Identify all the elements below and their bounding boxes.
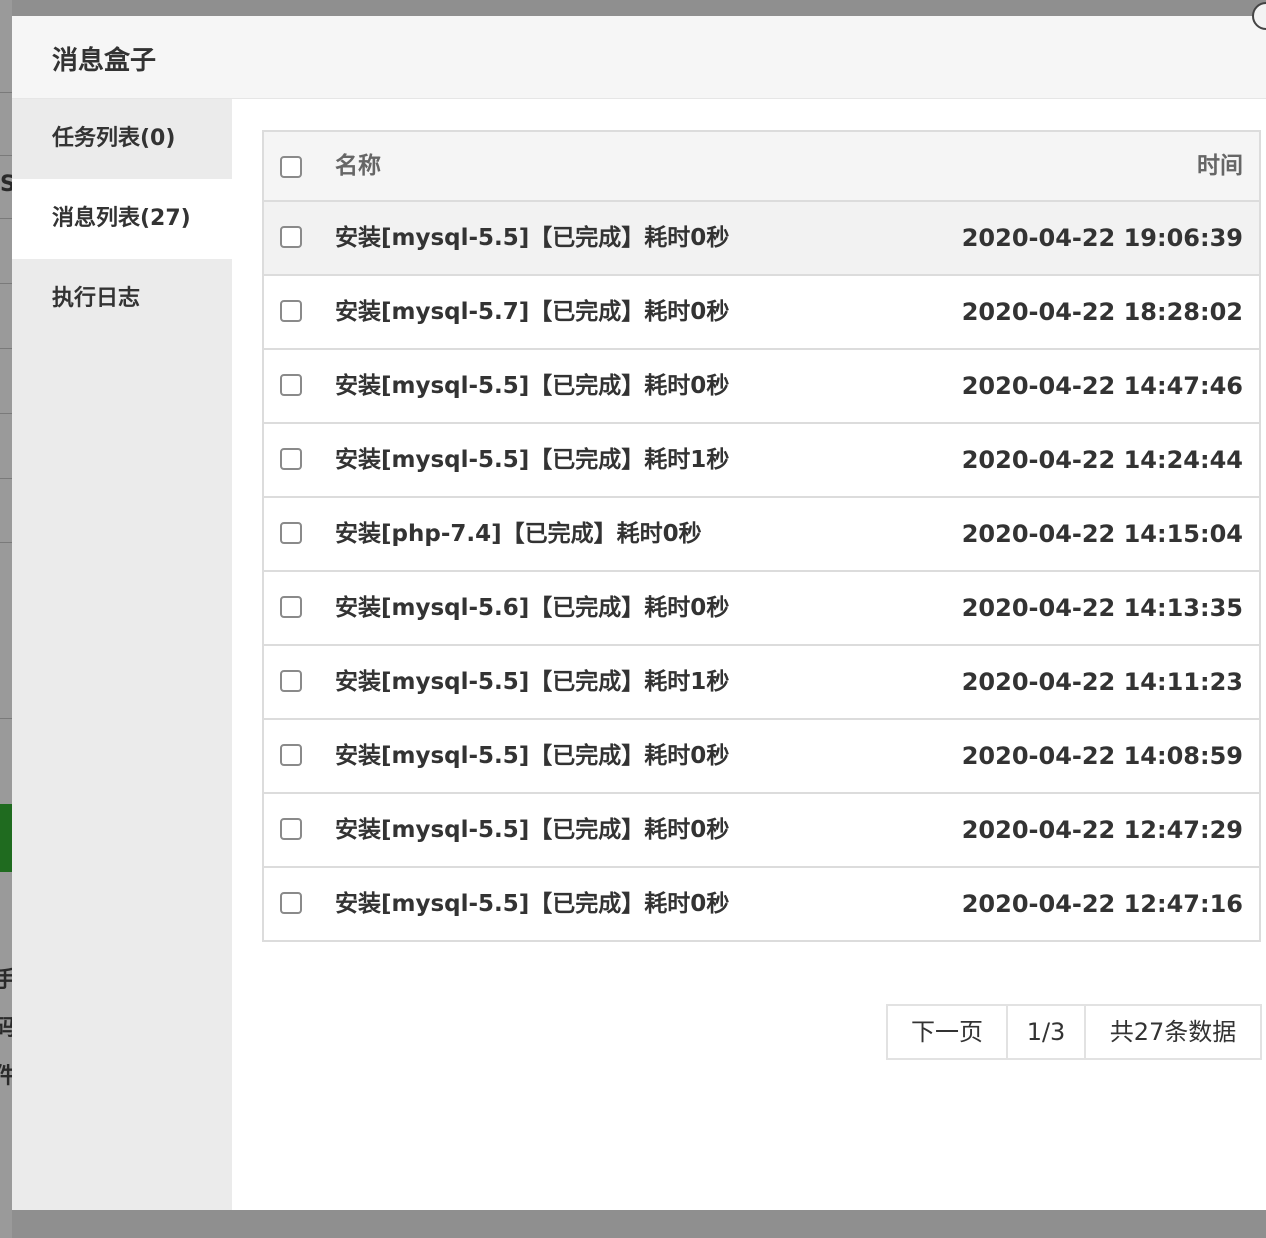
- table-row[interactable]: 安装[php-7.4]【已完成】耗时0秒 2020-04-22 14:15:04: [264, 498, 1259, 572]
- background-divider: [0, 283, 12, 284]
- table-row[interactable]: 安装[mysql-5.6]【已完成】耗时0秒 2020-04-22 14:13:3…: [264, 572, 1259, 646]
- table-row[interactable]: 安装[mysql-5.5]【已完成】耗时0秒 2020-04-22 12:47:2…: [264, 794, 1259, 868]
- sidebar-item-message-list[interactable]: 消息列表(27): [12, 179, 232, 259]
- message-name: 安装[mysql-5.5]【已完成】耗时1秒: [335, 447, 730, 473]
- message-time: 2020-04-22 19:06:39: [961, 224, 1243, 252]
- pagination: 下一页 1/3 共27条数据: [886, 1004, 1262, 1060]
- background-divider: [0, 92, 12, 93]
- sidebar-item-task-list[interactable]: 任务列表(0): [12, 99, 232, 179]
- table-row[interactable]: 安装[mysql-5.5]【已完成】耗时1秒 2020-04-22 14:24:4…: [264, 424, 1259, 498]
- table-row[interactable]: 安装[mysql-5.5]【已完成】耗时0秒 2020-04-22 19:06:3…: [264, 202, 1259, 276]
- column-header-name: 名称: [335, 153, 381, 179]
- message-name: 安装[mysql-5.5]【已完成】耗时0秒: [335, 225, 730, 251]
- message-table: 名称 时间 安装[mysql-5.5]【已完成】耗时0秒 2020-04-22 1…: [262, 130, 1261, 942]
- select-all-checkbox[interactable]: [280, 156, 302, 178]
- message-time: 2020-04-22 14:24:44: [961, 446, 1243, 474]
- message-time: 2020-04-22 14:13:35: [961, 594, 1243, 622]
- modal-title: 消息盒子: [52, 46, 157, 76]
- row-checkbox[interactable]: [280, 226, 302, 248]
- total-count: 共27条数据: [1109, 1018, 1237, 1046]
- background-divider: [0, 413, 12, 414]
- row-checkbox[interactable]: [280, 596, 302, 618]
- message-name: 安装[mysql-5.6]【已完成】耗时0秒: [335, 595, 730, 621]
- background-page: S 手 码 件: [0, 0, 12, 1238]
- message-time: 2020-04-22 14:47:46: [961, 372, 1243, 400]
- background-divider: [0, 155, 12, 156]
- table-row[interactable]: 安装[mysql-5.5]【已完成】耗时1秒 2020-04-22 14:11:2…: [264, 646, 1259, 720]
- background-text: 件: [0, 1064, 12, 1089]
- background-text: S: [0, 172, 12, 197]
- row-checkbox[interactable]: [280, 818, 302, 840]
- message-name: 安装[mysql-5.5]【已完成】耗时0秒: [335, 891, 730, 917]
- background-divider: [0, 478, 12, 479]
- message-name: 安装[mysql-5.5]【已完成】耗时0秒: [335, 743, 730, 769]
- next-page-button[interactable]: 下一页: [888, 1006, 1008, 1058]
- message-name: 安装[mysql-5.5]【已完成】耗时0秒: [335, 373, 730, 399]
- background-divider: [0, 718, 12, 719]
- row-checkbox[interactable]: [280, 448, 302, 470]
- message-time: 2020-04-22 14:15:04: [961, 520, 1243, 548]
- background-text: 手: [0, 968, 12, 993]
- message-time: 2020-04-22 14:11:23: [961, 668, 1243, 696]
- row-checkbox[interactable]: [280, 670, 302, 692]
- table-header: 名称 时间: [264, 132, 1259, 202]
- message-time: 2020-04-22 14:08:59: [961, 742, 1243, 770]
- message-name: 安装[mysql-5.5]【已完成】耗时0秒: [335, 817, 730, 843]
- message-name: 安装[mysql-5.7]【已完成】耗时0秒: [335, 299, 730, 325]
- table-row[interactable]: 安装[mysql-5.7]【已完成】耗时0秒 2020-04-22 18:28:0…: [264, 276, 1259, 350]
- row-checkbox[interactable]: [280, 892, 302, 914]
- message-list-panel: 名称 时间 安装[mysql-5.5]【已完成】耗时0秒 2020-04-22 1…: [232, 99, 1266, 1210]
- message-time: 2020-04-22 18:28:02: [961, 298, 1243, 326]
- row-checkbox[interactable]: [280, 744, 302, 766]
- message-name: 安装[php-7.4]【已完成】耗时0秒: [335, 521, 702, 547]
- background-divider: [0, 542, 12, 543]
- table-row[interactable]: 安装[mysql-5.5]【已完成】耗时0秒 2020-04-22 14:08:5…: [264, 720, 1259, 794]
- modal-header: 消息盒子: [12, 16, 1266, 99]
- message-time: 2020-04-22 12:47:29: [961, 816, 1243, 844]
- column-header-time: 时间: [1197, 153, 1243, 179]
- modal-sidebar: 任务列表(0) 消息列表(27) 执行日志: [12, 99, 232, 1210]
- sidebar-item-execution-log[interactable]: 执行日志: [12, 259, 232, 339]
- row-checkbox[interactable]: [280, 522, 302, 544]
- table-row[interactable]: 安装[mysql-5.5]【已完成】耗时0秒 2020-04-22 14:47:4…: [264, 350, 1259, 424]
- background-text: 码: [0, 1016, 12, 1041]
- message-name: 安装[mysql-5.5]【已完成】耗时1秒: [335, 669, 730, 695]
- row-checkbox[interactable]: [280, 300, 302, 322]
- page-indicator: 1/3: [1008, 1006, 1086, 1058]
- message-box-modal: 消息盒子 任务列表(0) 消息列表(27) 执行日志 名称 时间 安装[mysq…: [12, 16, 1266, 1210]
- row-checkbox[interactable]: [280, 374, 302, 396]
- background-green-button: [0, 804, 12, 872]
- table-row[interactable]: 安装[mysql-5.5]【已完成】耗时0秒 2020-04-22 12:47:1…: [264, 868, 1259, 940]
- background-divider: [0, 348, 12, 349]
- background-divider: [0, 218, 12, 219]
- message-time: 2020-04-22 12:47:16: [961, 890, 1243, 918]
